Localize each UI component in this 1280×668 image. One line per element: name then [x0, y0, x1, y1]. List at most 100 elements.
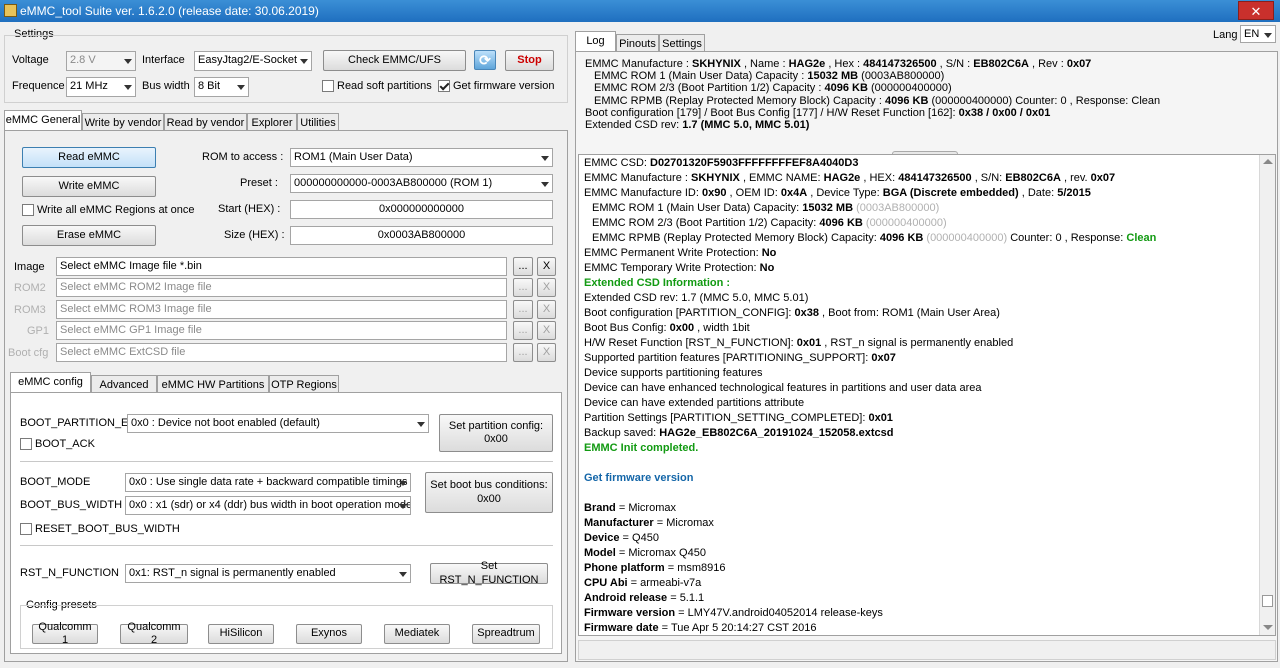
- boot-cfg-browse-button[interactable]: ...: [513, 343, 533, 362]
- rom3-file-input[interactable]: Select eMMC ROM3 Image file: [56, 300, 507, 319]
- scrollbar-thumb[interactable]: [1262, 595, 1273, 607]
- gp1-file-input[interactable]: Select eMMC GP1 Image file: [56, 321, 507, 340]
- log-section-header: Get firmware version: [584, 472, 694, 484]
- gp1-label: GP1: [27, 325, 50, 337]
- stop-button[interactable]: Stop: [505, 50, 554, 71]
- boot-partition-select[interactable]: 0x0 : Device not boot enabled (default): [127, 414, 429, 433]
- rom2-file-input[interactable]: Select eMMC ROM2 Image file: [56, 278, 507, 297]
- rom3-clear-button[interactable]: X: [537, 300, 556, 319]
- tab-explorer[interactable]: Explorer: [247, 113, 297, 130]
- chevron-down-icon: [124, 85, 132, 90]
- check-emmc-button[interactable]: Check EMMC/UFS: [323, 50, 466, 71]
- log-status: EMMC Init completed.: [584, 442, 699, 454]
- chevron-down-icon: [417, 422, 425, 427]
- write-all-regions-checkbox[interactable]: [22, 204, 34, 216]
- tab-emmc-hw-partitions[interactable]: eMMC HW Partitions: [157, 375, 269, 392]
- tab-utilities[interactable]: Utilities: [297, 113, 339, 130]
- divider: [20, 545, 553, 546]
- get-firmware-version-checkbox[interactable]: [438, 80, 450, 92]
- log-line: Device can have extended partitions attr…: [584, 397, 805, 409]
- rom-access-select[interactable]: ROM1 (Main User Data): [290, 148, 553, 167]
- gp1-browse-button[interactable]: ...: [513, 321, 533, 340]
- title-bar: eMMC_tool Suite ver. 1.6.2.0 (release da…: [0, 0, 1280, 22]
- write-emmc-button[interactable]: Write eMMC: [22, 176, 156, 197]
- size-hex-input[interactable]: 0x0003AB800000: [290, 226, 553, 245]
- read-soft-partitions-checkbox[interactable]: [322, 80, 334, 92]
- refresh-icon[interactable]: ⟳: [474, 50, 496, 70]
- log-line: EMMC Manufacture : SKHYNIX , EMMC NAME: …: [584, 172, 1116, 184]
- tab-otp-regions[interactable]: OTP Regions: [269, 375, 339, 392]
- log-line: EMMC ROM 1 (Main User Data) Capacity: 15…: [592, 202, 940, 214]
- scroll-up-icon[interactable]: [1263, 159, 1273, 164]
- chevron-down-icon: [300, 59, 308, 64]
- log-property: Firmware date = Tue Apr 5 20:14:27 CST 2…: [584, 622, 817, 634]
- set-boot-bus-button[interactable]: Set boot bus conditions: 0x00: [425, 472, 553, 513]
- close-window-button[interactable]: ✕: [1238, 1, 1274, 20]
- preset-exynos-button[interactable]: Exynos: [296, 624, 362, 644]
- start-hex-label: Start (HEX) :: [218, 203, 281, 215]
- boot-partition-value: 0x0 : Device not boot enabled (default): [131, 417, 320, 429]
- voltage-select[interactable]: 2.8 V: [66, 51, 136, 71]
- preset-spreadtrum-button[interactable]: Spreadtrum: [472, 624, 540, 644]
- preset-mediatek-button[interactable]: Mediatek: [384, 624, 450, 644]
- boot-partition-label: BOOT_PARTITION_EN: [20, 417, 137, 429]
- image-file-input[interactable]: Select eMMC Image file *.bin: [56, 257, 507, 276]
- summary-line-1: EMMC Manufacture : SKHYNIX , Name : HAG2…: [585, 58, 1092, 70]
- log-property: Model = Micromax Q450: [584, 547, 706, 559]
- log-scrollbar[interactable]: [1259, 155, 1275, 635]
- boot-cfg-file-input[interactable]: Select eMMC ExtCSD file: [56, 343, 507, 362]
- tab-emmc-config[interactable]: eMMC config: [10, 372, 91, 392]
- rst-n-function-value: 0x1: RST_n signal is permanently enabled: [129, 567, 336, 579]
- interface-select[interactable]: EasyJtag2/E-Socket: [194, 51, 312, 71]
- set-boot-bus-label: Set boot bus conditions:: [430, 479, 548, 492]
- summary-line-5: Boot configuration [179] / Boot Bus Conf…: [585, 107, 1051, 119]
- image-browse-button[interactable]: ...: [513, 257, 533, 276]
- tab-log[interactable]: Log: [575, 31, 616, 51]
- scroll-down-icon[interactable]: [1263, 625, 1273, 630]
- preset-qualcomm-2-button[interactable]: Qualcomm 2: [120, 621, 188, 646]
- read-emmc-button[interactable]: Read eMMC: [22, 147, 156, 168]
- size-hex-label: Size (HEX) :: [224, 229, 285, 241]
- preset-select[interactable]: 000000000000-0003AB800000 (ROM 1): [290, 174, 553, 193]
- log-line: Partition Settings [PARTITION_SETTING_CO…: [584, 412, 893, 424]
- tab-advanced[interactable]: Advanced: [91, 375, 157, 392]
- tab-write-by-vendor[interactable]: Write by vendor: [82, 113, 164, 130]
- frequency-value: 21 MHz: [70, 80, 108, 92]
- rom2-browse-button[interactable]: ...: [513, 278, 533, 297]
- boot-mode-select[interactable]: 0x0 : Use single data rate + backward co…: [125, 473, 411, 492]
- erase-emmc-button[interactable]: Erase eMMC: [22, 225, 156, 246]
- lang-select[interactable]: EN: [1240, 25, 1276, 43]
- log-line: Extended CSD rev: 1.7 (MMC 5.0, MMC 5.01…: [584, 292, 809, 304]
- boot-bus-width-select[interactable]: 0x0 : x1 (sdr) or x4 (ddr) bus width in …: [125, 496, 411, 515]
- frequency-select[interactable]: 21 MHz: [66, 77, 136, 97]
- rom3-browse-button[interactable]: ...: [513, 300, 533, 319]
- boot-ack-checkbox[interactable]: [20, 438, 32, 450]
- boot-cfg-clear-button[interactable]: X: [537, 343, 556, 362]
- set-partition-config-button[interactable]: Set partition config: 0x00: [439, 414, 553, 452]
- tab-read-by-vendor[interactable]: Read by vendor: [164, 113, 247, 130]
- image-clear-button[interactable]: X: [537, 257, 556, 276]
- set-rst-n-function-button[interactable]: Set RST_N_FUNCTION: [430, 560, 548, 586]
- write-all-regions-label: Write all eMMC Regions at once: [37, 204, 195, 216]
- app-icon: [4, 4, 17, 17]
- rom2-clear-button[interactable]: X: [537, 278, 556, 297]
- start-hex-input[interactable]: 0x000000000000: [290, 200, 553, 219]
- log-section-header: Extended CSD Information :: [584, 277, 731, 289]
- tab-pinouts[interactable]: Pinouts: [616, 34, 659, 51]
- tab-emmc-general[interactable]: eMMC General: [4, 110, 82, 130]
- lang-label: Lang: [1213, 29, 1238, 41]
- rst-n-function-select[interactable]: 0x1: RST_n signal is permanently enabled: [125, 564, 411, 583]
- buswidth-select[interactable]: 8 Bit: [194, 77, 249, 97]
- tab-settings[interactable]: Settings: [659, 34, 705, 51]
- reset-boot-bus-width-checkbox[interactable]: [20, 523, 32, 535]
- set-partition-config-label: Set partition config:: [448, 419, 544, 432]
- preset-hisilicon-button[interactable]: HiSilicon: [208, 624, 274, 644]
- log-output[interactable]: EMMC CSD: D02701320F5903FFFFFFFFEF8A4040…: [578, 154, 1276, 636]
- summary-line-3: EMMC ROM 2/3 (Boot Partition 1/2) Capaci…: [594, 82, 952, 94]
- boot-bus-width-value: 0x0 : x1 (sdr) or x4 (ddr) bus width in …: [129, 499, 411, 511]
- interface-label: Interface: [142, 54, 185, 66]
- preset-qualcomm-1-button[interactable]: Qualcomm 1: [32, 621, 98, 646]
- rom-access-label: ROM to access :: [202, 151, 284, 163]
- gp1-clear-button[interactable]: X: [537, 321, 556, 340]
- lang-value: EN: [1244, 28, 1260, 40]
